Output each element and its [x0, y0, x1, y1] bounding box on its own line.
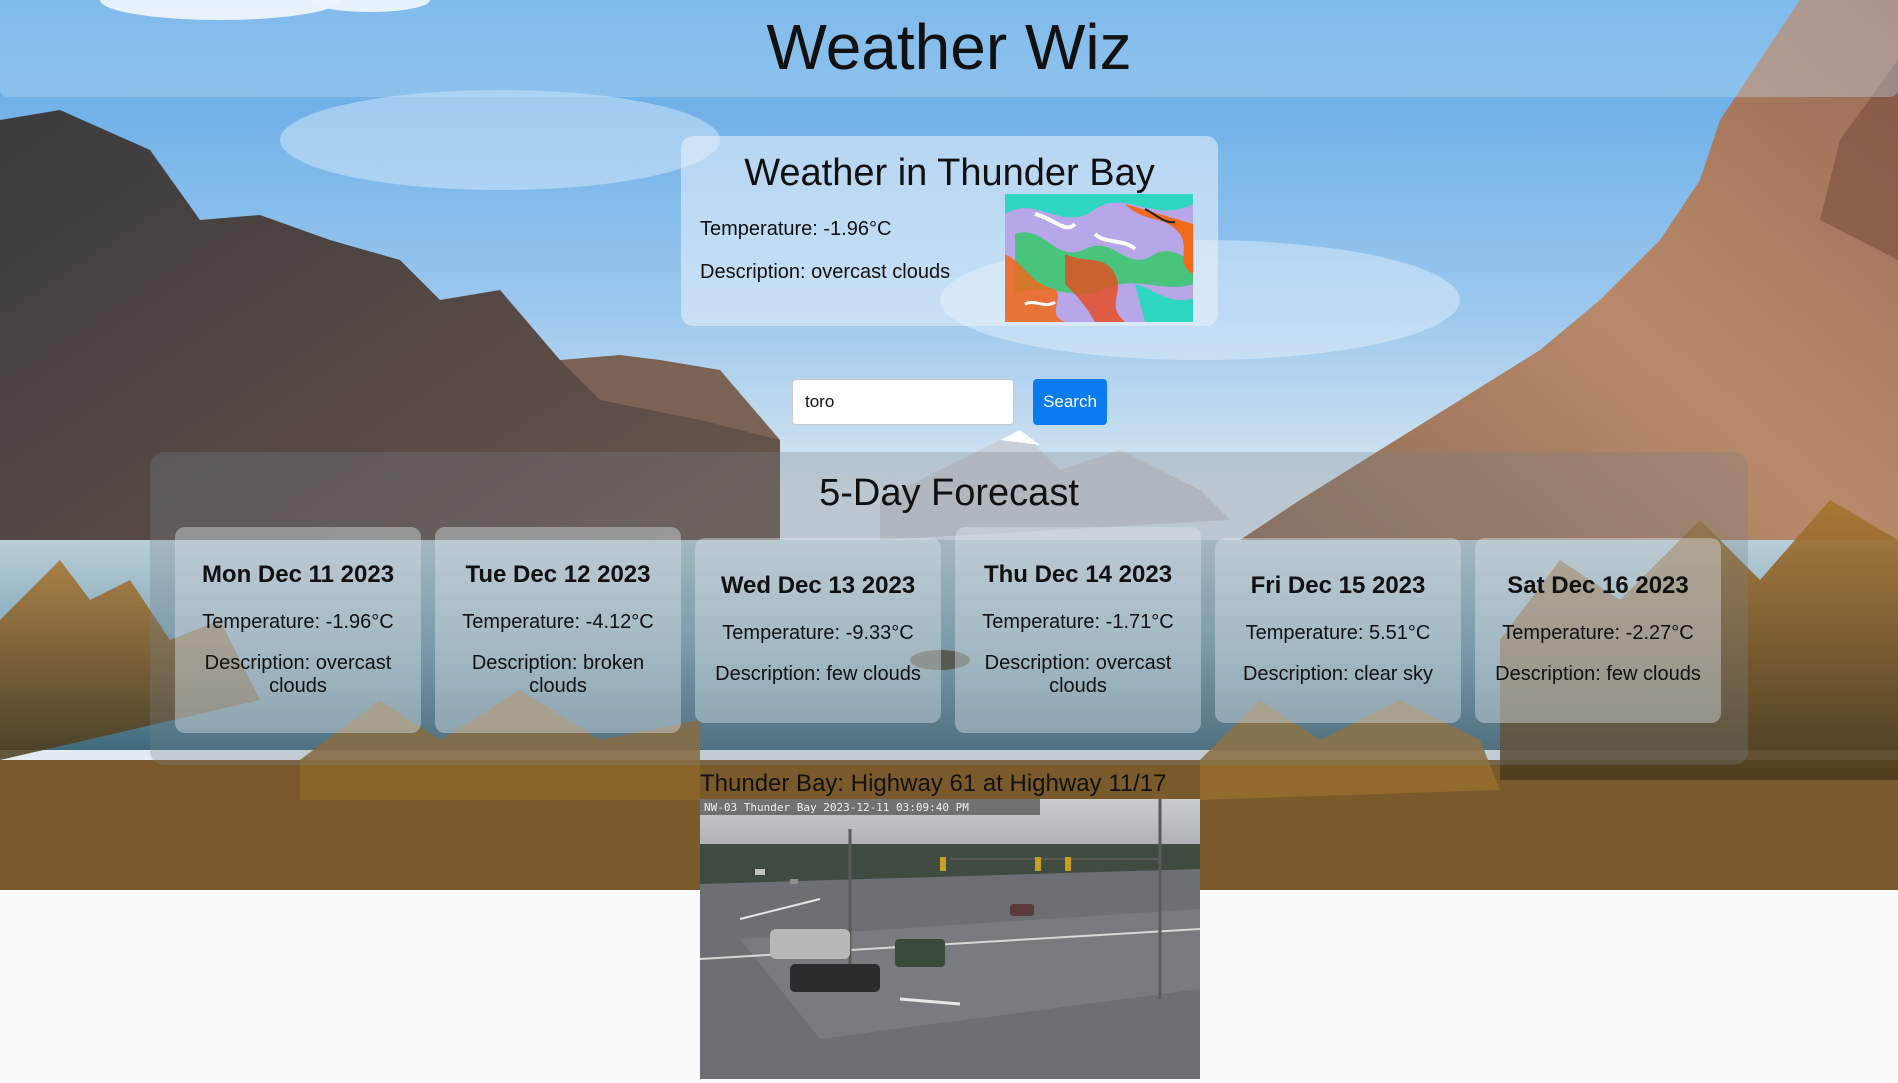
forecast-day-card: Tue Dec 12 2023 Temperature: -4.12°C Des…: [435, 527, 681, 733]
search-button[interactable]: Search: [1033, 379, 1107, 425]
forecast-title: 5-Day Forecast: [819, 472, 1079, 514]
forecast-day-card: Thu Dec 14 2023 Temperature: -1.71°C Des…: [955, 527, 1201, 733]
app-header: Weather Wiz: [0, 0, 1898, 97]
current-weather-card: Weather in Thunder Bay Temperature: -1.9…: [681, 136, 1218, 326]
city-search-input[interactable]: [792, 379, 1014, 425]
forecast-day-card: Sat Dec 16 2023 Temperature: -2.27°C Des…: [1475, 538, 1721, 723]
forecast-day-temperature: Temperature: -9.33°C: [722, 622, 914, 644]
traffic-camera-caption: Thunder Bay: Highway 61 at Highway 11/17: [700, 770, 1167, 797]
weather-map-image: [1005, 194, 1193, 322]
forecast-day-temperature: Temperature: -1.96°C: [202, 611, 394, 633]
forecast-day-description: Description: overcast clouds: [984, 652, 1172, 697]
forecast-day-description: Description: broken clouds: [471, 652, 645, 697]
forecast-day-date: Thu Dec 14 2023: [983, 561, 1173, 588]
forecast-panel: 5-Day Forecast Mon Dec 11 2023 Temperatu…: [150, 452, 1748, 765]
forecast-day-description: Description: few clouds: [1495, 663, 1701, 685]
current-description: Description: overcast clouds: [700, 261, 951, 283]
camera-timestamp-overlay: NW-03 Thunder Bay 2023-12-11 03:09:40 PM: [704, 801, 969, 814]
forecast-day-card: Mon Dec 11 2023 Temperature: -1.96°C Des…: [175, 527, 421, 733]
forecast-day-temperature: Temperature: -4.12°C: [462, 611, 654, 633]
forecast-day-card: Fri Dec 15 2023 Temperature: 5.51°C Desc…: [1215, 538, 1461, 723]
app-title: Weather Wiz: [766, 11, 1132, 83]
forecast-day-date: Wed Dec 13 2023: [720, 572, 916, 599]
current-temperature: Temperature: -1.96°C: [700, 218, 892, 240]
forecast-day-date: Mon Dec 11 2023: [201, 561, 395, 588]
current-weather-title: Weather in Thunder Bay: [744, 152, 1155, 194]
forecast-day-temperature: Temperature: -1.71°C: [982, 611, 1174, 633]
traffic-camera-image: NW-03 Thunder Bay 2023-12-11 03:09:40 PM: [700, 799, 1200, 1079]
forecast-day-description: Description: clear sky: [1242, 663, 1434, 685]
forecast-day-description: Description: overcast clouds: [204, 652, 392, 697]
forecast-day-date: Sat Dec 16 2023: [1507, 572, 1689, 599]
forecast-day-date: Fri Dec 15 2023: [1250, 572, 1426, 599]
forecast-day-temperature: Temperature: -2.27°C: [1502, 622, 1694, 644]
forecast-day-date: Tue Dec 12 2023: [465, 561, 651, 588]
forecast-day-temperature: Temperature: 5.51°C: [1245, 622, 1431, 644]
forecast-day-card: Wed Dec 13 2023 Temperature: -9.33°C Des…: [695, 538, 941, 723]
forecast-day-description: Description: few clouds: [715, 663, 921, 685]
